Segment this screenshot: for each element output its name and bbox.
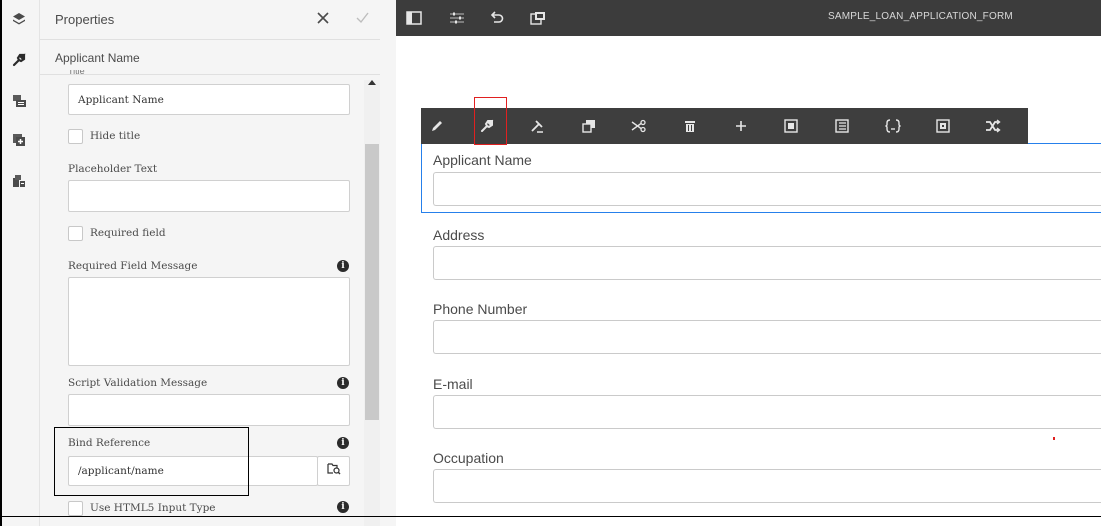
rules-icon[interactable] [884, 117, 902, 135]
data-sources-icon[interactable] [9, 171, 29, 191]
email-label: E-mail [433, 376, 473, 392]
scroll-up-arrow-icon[interactable] [368, 80, 376, 85]
panel-scrollbar[interactable] [364, 80, 380, 526]
add-asset-icon[interactable] [9, 130, 29, 150]
required-checkbox[interactable] [68, 226, 83, 241]
properties-icon[interactable] [448, 9, 466, 27]
delete-icon[interactable] [681, 117, 699, 135]
form-title: SAMPLE_LOAN_APPLICATION_FORM [828, 11, 1013, 22]
selected-component-name: Applicant Name [55, 51, 140, 65]
script-validation-input[interactable] [68, 394, 350, 426]
selected-component-header: Applicant Name [40, 41, 380, 75]
components-icon[interactable] [9, 90, 29, 110]
phone-number-label: Phone Number [433, 301, 528, 317]
scroll-thumb[interactable] [365, 144, 379, 420]
editor-topbar: SAMPLE_LOAN_APPLICATION_FORM [396, 0, 1101, 36]
phone-number-input[interactable] [433, 320, 1101, 354]
placeholder-label: Placeholder Text [68, 163, 158, 175]
address-input[interactable] [433, 246, 1101, 280]
edit-icon[interactable] [428, 117, 446, 135]
placeholder-input[interactable] [68, 180, 350, 212]
panel-title: Properties [55, 12, 115, 27]
occupation-label: Occupation [433, 450, 504, 466]
required-label: Required field [90, 227, 166, 239]
browse-button[interactable] [317, 456, 350, 486]
preview-icon[interactable] [529, 9, 547, 27]
frame-left [0, 0, 2, 526]
add-icon[interactable] [732, 117, 750, 135]
wrench-icon[interactable] [9, 50, 29, 70]
script-validation-label: Script Validation Message [68, 377, 208, 389]
checkmark-icon[interactable] [354, 10, 370, 26]
wrench-highlight [474, 97, 507, 145]
select-parent-icon[interactable] [934, 117, 952, 135]
applicant-name-input[interactable] [433, 172, 1101, 206]
side-rail [0, 0, 40, 526]
cut-icon[interactable] [630, 117, 648, 135]
html5-input-checkbox[interactable] [68, 501, 83, 516]
close-icon[interactable] [315, 10, 331, 26]
hide-title-label: Hide title [90, 130, 141, 142]
style-icon[interactable] [528, 117, 546, 135]
info-icon[interactable]: i [337, 377, 349, 389]
hide-title-checkbox[interactable] [68, 129, 83, 144]
title-label: Title [68, 70, 85, 76]
email-input[interactable] [433, 395, 1101, 429]
panel-header: Properties [40, 0, 380, 40]
html5-input-label: Use HTML5 Input Type [90, 502, 216, 514]
bind-reference-highlight [54, 427, 249, 496]
frame-bottom [0, 516, 1101, 517]
required-message-label: Required Field Message [68, 260, 198, 272]
layers-icon[interactable] [9, 9, 29, 29]
replace-icon[interactable] [984, 117, 1002, 135]
group-icon[interactable] [782, 117, 800, 135]
occupation-input[interactable] [433, 469, 1101, 503]
info-icon[interactable]: i [337, 437, 349, 449]
address-label: Address [433, 227, 485, 243]
undo-icon[interactable] [488, 9, 506, 27]
required-message-textarea[interactable] [68, 277, 350, 366]
folder-search-icon [326, 462, 341, 480]
info-icon[interactable]: i [337, 501, 349, 513]
table-icon[interactable] [833, 117, 851, 135]
copy-icon[interactable] [580, 117, 598, 135]
title-input[interactable]: Applicant Name [68, 84, 350, 115]
info-icon[interactable]: i [337, 260, 349, 272]
component-toolbar [421, 108, 1028, 144]
stray-mark [1053, 437, 1055, 440]
toggle-panel-icon[interactable] [405, 9, 423, 27]
applicant-name-label: Applicant Name [433, 152, 532, 168]
